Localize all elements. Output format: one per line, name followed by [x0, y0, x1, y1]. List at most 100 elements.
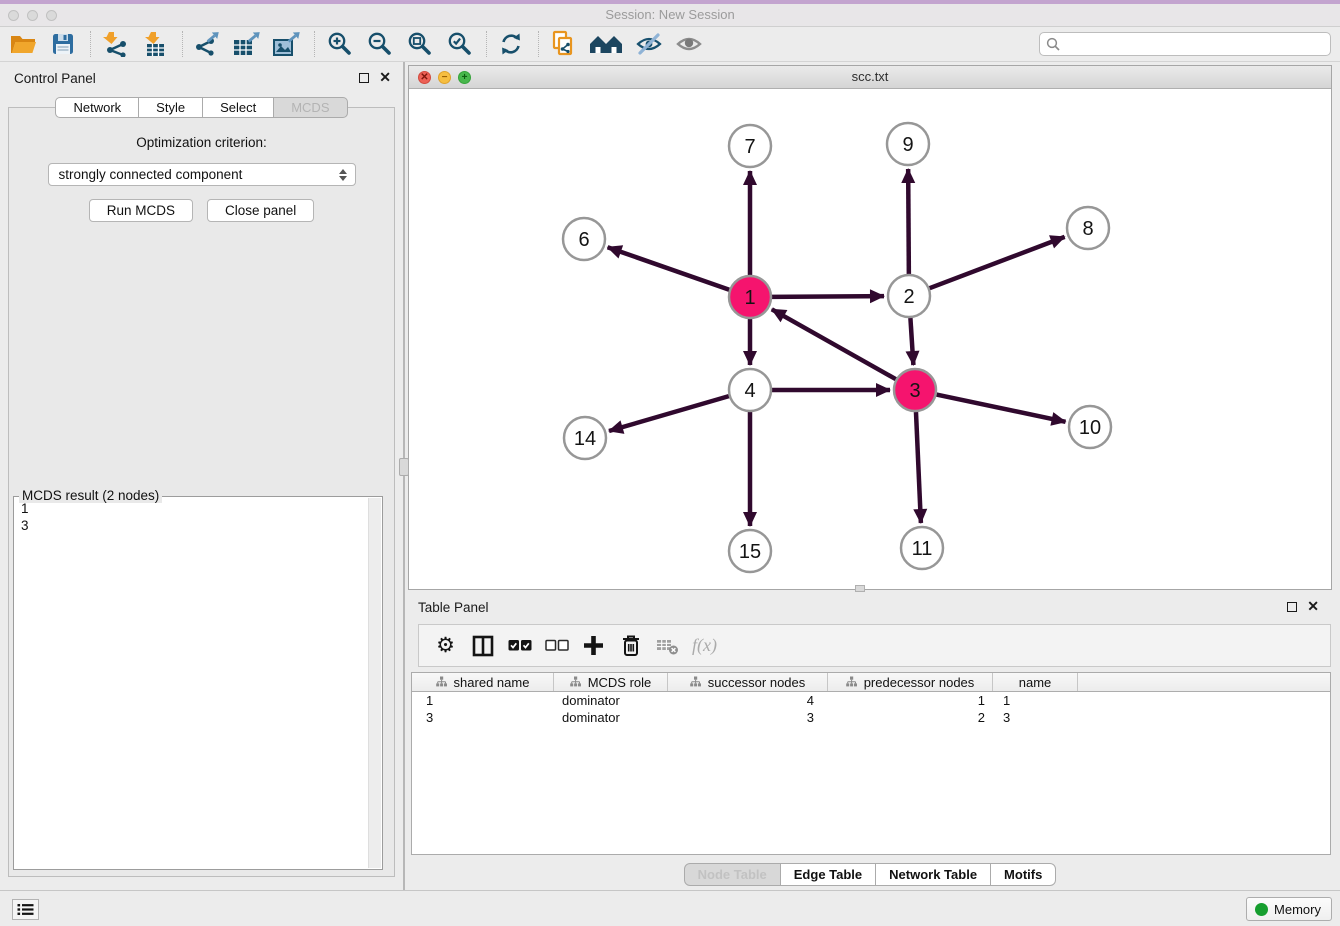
graph-edge-3-11[interactable] — [916, 412, 921, 523]
zoom-fit-button[interactable] — [404, 29, 434, 59]
control-panel: Control Panel ✕ NetworkStyleSelectMCDS O… — [0, 62, 403, 890]
zoom-in-button[interactable] — [324, 29, 354, 59]
first-neighbors-button[interactable] — [548, 29, 578, 59]
float-table-panel-icon[interactable] — [1287, 602, 1297, 612]
toggle-column-pane-button[interactable] — [464, 635, 501, 657]
hide-selected-button[interactable] — [634, 29, 664, 59]
mcds-result-item[interactable]: 3 — [21, 517, 364, 534]
search-box[interactable] — [1039, 32, 1331, 56]
close-panel-button[interactable]: Close panel — [207, 199, 314, 222]
mcds-result-item[interactable]: 1 — [21, 500, 364, 517]
graph-edge-3-10[interactable] — [937, 395, 1066, 422]
add-row-button[interactable] — [575, 635, 612, 656]
import-network-icon — [102, 31, 128, 57]
graph-edge-4-14[interactable] — [609, 396, 729, 431]
save-session-button[interactable] — [48, 29, 78, 59]
function-builder-icon: f(x) — [692, 635, 717, 656]
tab-node-table[interactable]: Node Table — [684, 863, 781, 886]
task-history-button[interactable] — [12, 899, 39, 920]
result-scrollbar[interactable] — [368, 498, 381, 868]
open-session-button[interactable] — [8, 29, 38, 59]
minimize-window-icon[interactable]: − — [438, 71, 451, 84]
cell-name: 1 — [993, 693, 1078, 708]
task-list-icon — [17, 903, 34, 916]
graph-node-label-7: 7 — [744, 136, 755, 158]
tab-style[interactable]: Style — [138, 97, 203, 118]
network-window-titlebar[interactable]: ✕−+ scc.txt — [409, 66, 1331, 89]
mcds-pane: Optimization criterion: strongly connect… — [8, 107, 395, 877]
graph-edge-2-9[interactable] — [908, 169, 909, 274]
table-panel-title: Table Panel — [418, 600, 489, 615]
cell-name: 3 — [993, 710, 1078, 725]
close-panel-icon[interactable]: ✕ — [379, 72, 391, 83]
zoom-selected-button[interactable] — [444, 29, 474, 59]
float-panel-icon[interactable] — [359, 73, 369, 83]
vertical-splitter[interactable] — [403, 62, 405, 890]
column-header-mcds-role[interactable]: MCDS role — [554, 673, 668, 691]
table-toolbar: ⚙ — [418, 624, 1331, 667]
settings-gear-button[interactable]: ⚙ — [427, 636, 464, 656]
zoom-out-button[interactable] — [364, 29, 394, 59]
toolbar-separator — [90, 31, 91, 57]
graph-edge-3-1[interactable] — [772, 309, 896, 379]
tab-edge-table[interactable]: Edge Table — [780, 863, 876, 886]
column-header-predecessor-nodes[interactable]: predecessor nodes — [828, 673, 993, 691]
sort-group-icon — [436, 676, 447, 687]
graph-node-label-15: 15 — [739, 541, 761, 563]
node-table-header: shared name MCDS role successor nodes prede… — [412, 673, 1330, 692]
tab-select[interactable]: Select — [202, 97, 274, 118]
graph-node-label-3: 3 — [909, 380, 920, 402]
cell-mcds-role: dominator — [554, 710, 668, 725]
column-header-label: predecessor nodes — [864, 675, 975, 690]
export-network-button[interactable] — [192, 29, 222, 59]
search-input[interactable] — [1065, 37, 1324, 52]
tab-network[interactable]: Network — [55, 97, 139, 118]
run-mcds-button[interactable]: Run MCDS — [89, 199, 193, 222]
select-all-button[interactable] — [501, 639, 538, 652]
network-canvas[interactable]: 7968124314101511 — [409, 89, 1331, 589]
delete-row-button[interactable] — [612, 634, 649, 657]
node-table: shared name MCDS role successor nodes prede… — [411, 672, 1331, 855]
export-image-button[interactable] — [272, 29, 302, 59]
tab-mcds[interactable]: MCDS — [273, 97, 347, 118]
graph-edge-2-3[interactable] — [910, 318, 913, 365]
app-zoom-icon[interactable] — [46, 10, 57, 21]
import-network-button[interactable] — [100, 29, 130, 59]
network-window-controls: ✕−+ — [418, 71, 471, 84]
deselect-all-button[interactable] — [538, 639, 575, 652]
close-window-icon[interactable]: ✕ — [418, 71, 431, 84]
column-header-label: MCDS role — [588, 675, 652, 690]
graph-edge-2-8[interactable] — [930, 237, 1065, 288]
close-table-panel-icon[interactable]: ✕ — [1307, 601, 1319, 612]
tab-motifs[interactable]: Motifs — [990, 863, 1056, 886]
cell-successor-nodes: 3 — [668, 710, 828, 725]
show-all-button[interactable] — [674, 29, 704, 59]
column-header-filler — [1078, 673, 1330, 691]
graph-edge-1-6[interactable] — [608, 247, 730, 289]
column-header-label: successor nodes — [708, 675, 806, 690]
app-minimize-icon[interactable] — [27, 10, 38, 21]
criterion-select[interactable]: strongly connected component — [48, 163, 356, 186]
home-views-button[interactable] — [588, 29, 624, 59]
column-header-successor-nodes[interactable]: successor nodes — [668, 673, 828, 691]
vertical-splitter-handle[interactable] — [399, 458, 409, 476]
tab-network-table[interactable]: Network Table — [875, 863, 991, 886]
app-close-icon[interactable] — [8, 10, 19, 21]
import-table-button[interactable] — [140, 29, 170, 59]
toolbar-separator — [182, 31, 183, 57]
toggle-column-pane-icon — [472, 635, 494, 657]
criterion-value: strongly connected component — [59, 167, 243, 182]
table-row[interactable]: 1dominator411 — [412, 692, 1330, 709]
refresh-view-button[interactable] — [496, 29, 526, 59]
delete-table-button[interactable] — [649, 636, 686, 656]
function-builder-button[interactable]: f(x) — [686, 635, 723, 656]
column-header-shared-name[interactable]: shared name — [412, 673, 554, 691]
table-row[interactable]: 3dominator323 — [412, 709, 1330, 726]
column-header-name[interactable]: name — [993, 673, 1078, 691]
zoom-window-icon[interactable]: + — [458, 71, 471, 84]
graph-edge-1-2[interactable] — [772, 296, 884, 297]
memory-label: Memory — [1274, 902, 1321, 917]
horizontal-splitter-handle[interactable] — [855, 585, 865, 592]
memory-button[interactable]: Memory — [1246, 897, 1332, 921]
export-table-button[interactable] — [232, 29, 262, 59]
